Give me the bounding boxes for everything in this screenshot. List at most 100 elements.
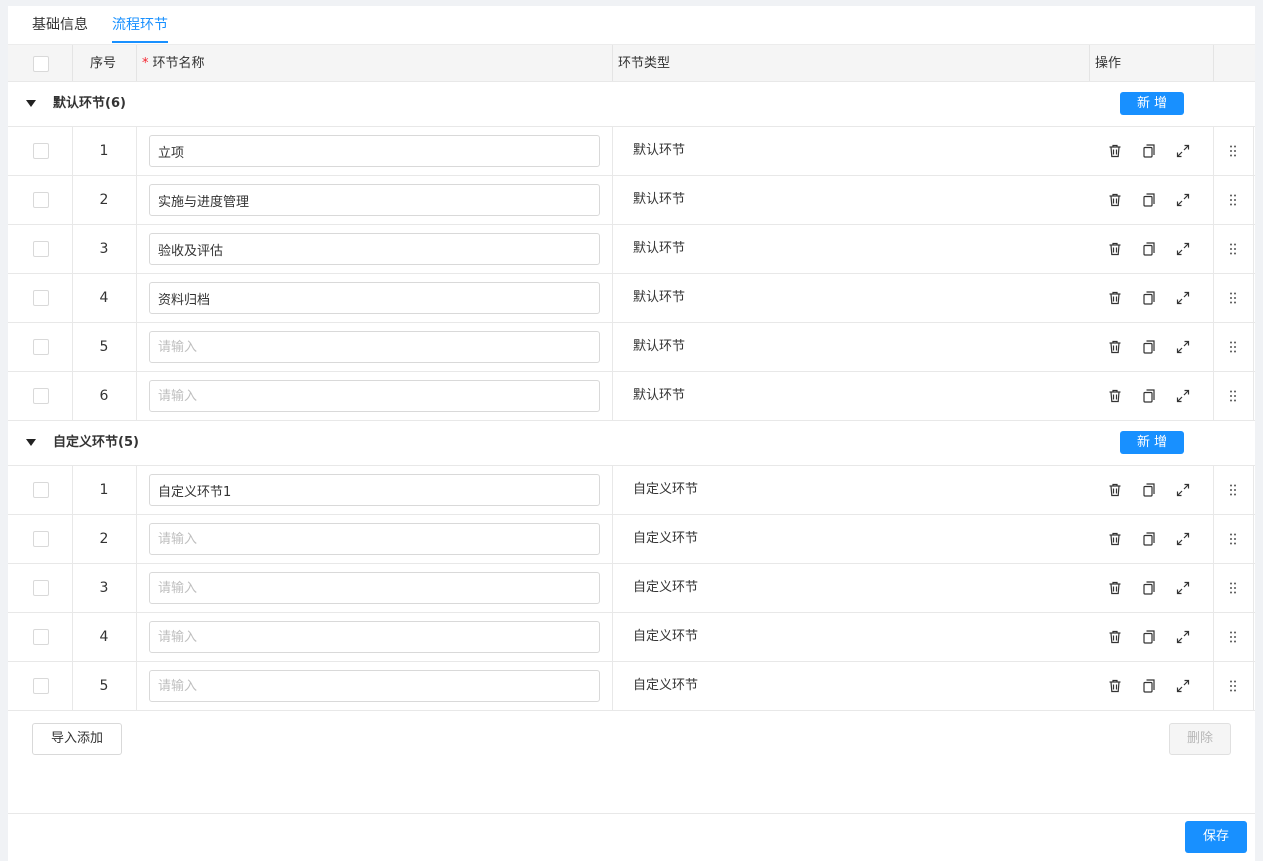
drag-handle-icon[interactable] [1225, 629, 1241, 645]
header-name-cell: * 环节名称 [137, 45, 613, 81]
tab-basic-info[interactable]: 基础信息 [32, 17, 88, 33]
drag-handle-icon[interactable] [1225, 482, 1241, 498]
import-add-button[interactable]: 导入添加 [32, 723, 122, 755]
drag-handle-icon[interactable] [1225, 192, 1241, 208]
row-checkbox[interactable] [33, 388, 49, 404]
tab-flow-stages[interactable]: 流程环节 [112, 17, 168, 33]
copy-icon[interactable] [1141, 678, 1157, 694]
stage-type: 默认环节 [633, 290, 686, 305]
stage-type: 默认环节 [633, 192, 686, 207]
expand-icon[interactable] [1175, 388, 1191, 404]
stage-name-input[interactable] [149, 670, 600, 702]
collapse-caret-icon[interactable] [26, 439, 36, 446]
copy-icon[interactable] [1141, 388, 1157, 404]
trash-icon[interactable] [1107, 678, 1123, 694]
save-button[interactable]: 保存 [1185, 821, 1247, 853]
expand-icon[interactable] [1175, 143, 1191, 159]
table-row: 6 默认环节 [8, 372, 1255, 421]
row-checkbox[interactable] [33, 531, 49, 547]
stage-type: 自定义环节 [633, 580, 699, 595]
expand-icon[interactable] [1175, 482, 1191, 498]
expand-icon[interactable] [1175, 629, 1191, 645]
trash-icon[interactable] [1107, 482, 1123, 498]
trash-icon[interactable] [1107, 580, 1123, 596]
row-checkbox[interactable] [33, 290, 49, 306]
trash-icon[interactable] [1107, 531, 1123, 547]
row-index: 6 [99, 388, 109, 404]
row-checkbox[interactable] [33, 580, 49, 596]
group-title: 默认环节(6) [53, 96, 126, 111]
table-row: 5 默认环节 [8, 323, 1255, 372]
trash-icon[interactable] [1107, 388, 1123, 404]
row-select-cell [8, 613, 73, 661]
header-index: 序号 [90, 56, 117, 71]
row-checkbox[interactable] [33, 241, 49, 257]
trash-icon[interactable] [1107, 290, 1123, 306]
trash-icon[interactable] [1107, 143, 1123, 159]
stage-name-input[interactable] [149, 331, 600, 363]
drag-handle-icon[interactable] [1225, 241, 1241, 257]
copy-icon[interactable] [1141, 290, 1157, 306]
expand-icon[interactable] [1175, 241, 1191, 257]
copy-icon[interactable] [1141, 192, 1157, 208]
stage-name-input[interactable] [149, 572, 600, 604]
expand-icon[interactable] [1175, 678, 1191, 694]
row-checkbox[interactable] [33, 143, 49, 159]
row-checkbox[interactable] [33, 629, 49, 645]
add-stage-button[interactable]: 新增 [1120, 431, 1184, 454]
copy-icon[interactable] [1141, 629, 1157, 645]
drag-handle-icon[interactable] [1225, 580, 1241, 596]
row-index: 1 [99, 143, 109, 159]
expand-icon[interactable] [1175, 339, 1191, 355]
collapse-caret-icon[interactable] [26, 100, 36, 107]
expand-icon[interactable] [1175, 192, 1191, 208]
copy-icon[interactable] [1141, 580, 1157, 596]
drag-handle-icon[interactable] [1225, 531, 1241, 547]
row-select-cell [8, 225, 73, 273]
expand-icon[interactable] [1175, 531, 1191, 547]
stage-name-input[interactable] [149, 184, 600, 216]
drag-handle-icon[interactable] [1225, 143, 1241, 159]
stage-type: 自定义环节 [633, 629, 699, 644]
expand-icon[interactable] [1175, 290, 1191, 306]
add-stage-button[interactable]: 新增 [1120, 92, 1184, 115]
drag-handle-icon[interactable] [1225, 678, 1241, 694]
table-row: 1 默认环节 [8, 127, 1255, 176]
stage-name-input[interactable] [149, 135, 600, 167]
row-checkbox[interactable] [33, 192, 49, 208]
row-select-cell [8, 564, 73, 612]
stage-name-input[interactable] [149, 380, 600, 412]
copy-icon[interactable] [1141, 339, 1157, 355]
table-row: 3 自定义环节 [8, 564, 1255, 613]
copy-icon[interactable] [1141, 482, 1157, 498]
copy-icon[interactable] [1141, 241, 1157, 257]
group-title: 自定义环节(5) [53, 435, 139, 450]
row-checkbox[interactable] [33, 339, 49, 355]
stage-name-input[interactable] [149, 282, 600, 314]
drag-handle-icon[interactable] [1225, 290, 1241, 306]
table-header: 序号 * 环节名称 环节类型 操作 [8, 44, 1255, 82]
row-select-cell [8, 466, 73, 514]
expand-icon[interactable] [1175, 580, 1191, 596]
copy-icon[interactable] [1141, 143, 1157, 159]
row-checkbox[interactable] [33, 482, 49, 498]
trash-icon[interactable] [1107, 339, 1123, 355]
trash-icon[interactable] [1107, 192, 1123, 208]
stage-name-input[interactable] [149, 233, 600, 265]
stage-name-input[interactable] [149, 474, 600, 506]
drag-handle-icon[interactable] [1225, 339, 1241, 355]
table-row: 5 自定义环节 [8, 662, 1255, 711]
copy-icon[interactable] [1141, 531, 1157, 547]
table-row: 4 自定义环节 [8, 613, 1255, 662]
header-index-cell: 序号 [73, 45, 137, 81]
row-select-cell [8, 323, 73, 371]
table-row: 3 默认环节 [8, 225, 1255, 274]
stage-name-input[interactable] [149, 621, 600, 653]
trash-icon[interactable] [1107, 629, 1123, 645]
stage-name-input[interactable] [149, 523, 600, 555]
row-checkbox[interactable] [33, 678, 49, 694]
select-all-checkbox[interactable] [33, 56, 49, 72]
delete-button[interactable]: 删除 [1169, 723, 1231, 755]
drag-handle-icon[interactable] [1225, 388, 1241, 404]
trash-icon[interactable] [1107, 241, 1123, 257]
